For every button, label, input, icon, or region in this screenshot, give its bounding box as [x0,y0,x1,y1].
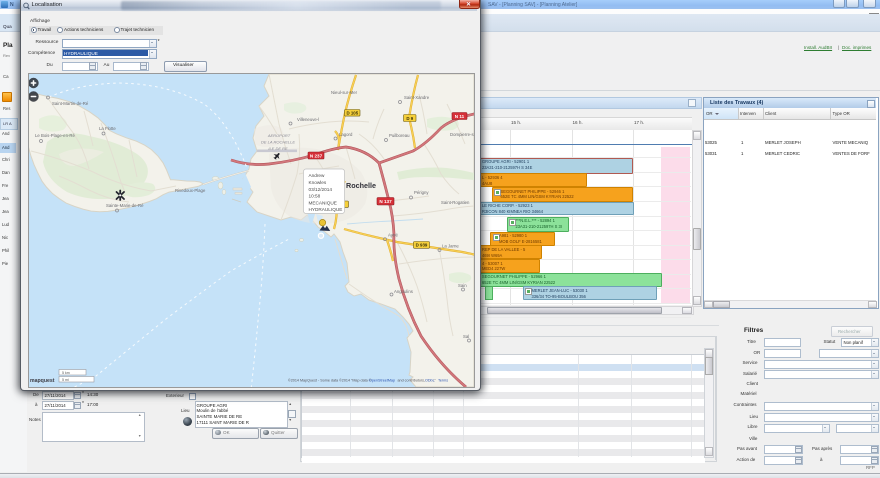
svg-text:Rivedoux-Plage: Rivedoux-Plage [175,188,206,193]
svg-text:Saint-Martin-de-Ré: Saint-Martin-de-Ré [52,101,89,106]
svg-text:Terms: Terms [438,378,448,382]
svg-text:Le Bois-Plage-en-Ré: Le Bois-Plage-en-Ré [35,133,75,138]
svg-text:Andrew: Andrew [309,173,326,178]
svg-text:HYDRAULIQUE: HYDRAULIQUE [309,207,343,212]
svg-text:Nieul-sur-Mer: Nieul-sur-Mer [331,90,358,95]
svg-text:5 km: 5 km [62,371,70,375]
svg-text:D 105: D 105 [346,110,358,115]
svg-text:AEROPORT: AEROPORT [267,133,291,138]
svg-text:Aytré: Aytré [388,232,399,237]
svg-text:5 mi: 5 mi [62,378,69,382]
svg-text:Sainte-Marie-de-Ré: Sainte-Marie-de-Ré [106,203,144,208]
svg-text:ILE DE RE: ILE DE RE [268,146,288,151]
svg-text:N 11: N 11 [455,113,465,118]
svg-text:mapquest: mapquest [30,378,55,384]
svg-text:Périgny: Périgny [414,190,429,195]
svg-text:Rochelle: Rochelle [346,181,376,190]
svg-text:N 237: N 237 [310,153,323,158]
svg-text:N 137: N 137 [379,199,392,204]
svg-text:MECANIQUE: MECANIQUE [309,200,337,205]
svg-text:D 9: D 9 [406,115,413,120]
svg-text:DE LA ROCHELLE: DE LA ROCHELLE [261,139,295,144]
svg-text:La Jarne: La Jarne [442,243,459,248]
svg-text:OpenStreetMap: OpenStreetMap [369,378,395,382]
svg-text:Knowles: Knowles [309,180,327,185]
svg-text:Saint-Rogatien: Saint-Rogatien [441,200,470,205]
svg-text:10:58: 10:58 [309,193,321,198]
svg-text:Puilboreau: Puilboreau [389,133,410,138]
svg-text:Sain: Sain [458,283,467,288]
svg-text:03/12/2014: 03/12/2014 [309,186,333,191]
svg-text:Dompierre-s: Dompierre-s [450,132,474,137]
svg-text:La Flotte: La Flotte [99,126,116,131]
svg-text:Sal: Sal [463,334,469,339]
svg-text:and contributors,: and contributors, [398,378,425,382]
svg-text:Lagord: Lagord [339,132,353,137]
svg-text:Saint-Xandre: Saint-Xandre [404,95,430,100]
svg-text:Angoulins: Angoulins [394,289,413,294]
svg-text:©2014 MapQuest - Some data ©: ©2014 MapQuest - Some data ©2014 "Map da… [288,378,372,382]
svg-text:D 939: D 939 [416,242,428,247]
svg-text:Villeneuve-l: Villeneuve-l [297,117,319,122]
